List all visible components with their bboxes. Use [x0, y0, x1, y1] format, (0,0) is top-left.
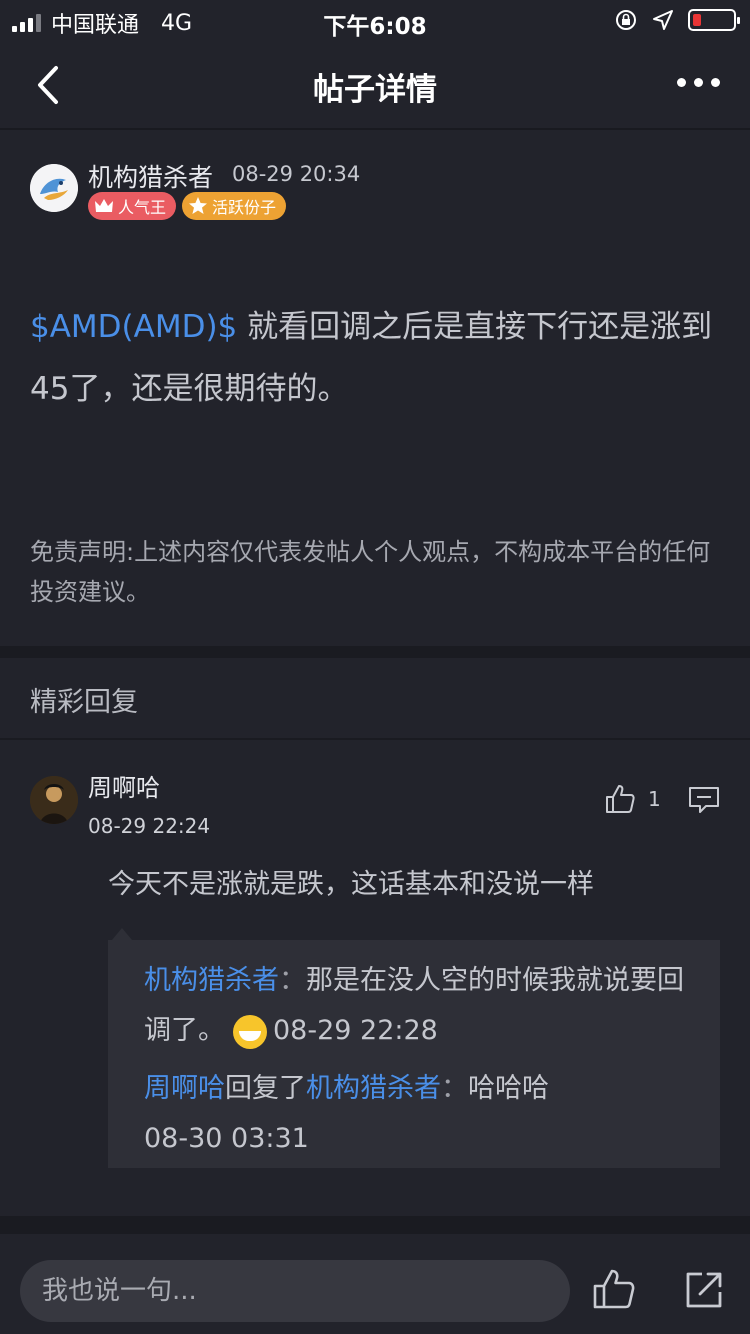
- section-divider: [0, 646, 750, 658]
- battery-level: [693, 14, 701, 26]
- badge-active-label: 活跃份子: [212, 198, 277, 217]
- sub-reply-2-action: 回复了: [225, 1073, 306, 1104]
- status-bar: 中国联通 4G 下午6:08: [0, 0, 750, 42]
- sub-reply-2-time: 08-30 03:31: [144, 1123, 309, 1154]
- like-count: 1: [648, 787, 661, 811]
- page-title: 帖子详情: [313, 72, 437, 108]
- bottom-divider: [0, 1216, 750, 1232]
- person-avatar-icon: [30, 776, 78, 824]
- replies-section-title: 精彩回复: [30, 687, 138, 718]
- reply-author-name[interactable]: 周啊哈: [88, 768, 160, 803]
- dragon-avatar-icon: [30, 164, 78, 212]
- author-avatar[interactable]: [30, 164, 78, 212]
- post-like-button[interactable]: [592, 1268, 636, 1314]
- sub-reply-2: 周啊哈回复了机构猎杀者：哈哈哈 08-30 03:31: [144, 1064, 704, 1164]
- status-right: [614, 8, 740, 32]
- reply-time: 08-29 22:24: [88, 814, 211, 838]
- share-button[interactable]: [684, 1270, 724, 1314]
- disclaimer: 免责声明:上述内容仅代表发帖人个人观点，不构成本平台的任何投资建议。: [30, 538, 711, 606]
- sub-reply-1: 机构猎杀者：那是在没人空的时候我就说要回调了。 08-29 22:28: [144, 956, 704, 1056]
- badge-popular-label: 人气王: [118, 198, 167, 217]
- sub-reply-1-separator: ：: [279, 965, 306, 996]
- nav-bar: 帖子详情: [0, 42, 750, 130]
- sub-reply-2-author[interactable]: 周啊哈: [144, 1073, 225, 1104]
- badge-popular: 人气王: [88, 192, 177, 220]
- badge-active: 活跃份子: [182, 192, 287, 220]
- reply-like-button[interactable]: 1: [604, 784, 661, 814]
- rotation-lock-icon: [616, 10, 636, 30]
- thumbs-up-icon: [593, 1269, 635, 1309]
- reply-text: 今天不是涨就是跌，这话基本和没说一样: [108, 869, 594, 900]
- post: 机构猎杀者 08-29 20:34 人气王 活跃份子 $AMD(AMD)$ 就看…: [0, 130, 750, 646]
- sub-reply-1-time: 08-29 22:28: [273, 1015, 438, 1046]
- more-options-icon[interactable]: [677, 78, 720, 87]
- crown-icon: [95, 199, 113, 212]
- reply-item: 周啊哈 08-29 22:24 1 今天不是涨就是跌，这话基本和没说一样 机构猎…: [0, 740, 750, 1216]
- thumbs-up-icon: [606, 785, 635, 813]
- comment-input[interactable]: [20, 1260, 570, 1322]
- location-icon: [653, 10, 673, 30]
- bottom-bar: [0, 1232, 750, 1334]
- battery-icon: [688, 9, 740, 31]
- author-badges: 人气王 活跃份子: [88, 192, 287, 220]
- sub-replies-box: 机构猎杀者：那是在没人空的时候我就说要回调了。 08-29 22:28 周啊哈回复…: [108, 928, 720, 1168]
- reply-comment-button[interactable]: [688, 786, 720, 818]
- sub-reply-2-target[interactable]: 机构猎杀者: [306, 1073, 441, 1104]
- comment-icon: [689, 787, 719, 813]
- sub-reply-1-author[interactable]: 机构猎杀者: [144, 965, 279, 996]
- reply-author-avatar[interactable]: [30, 776, 78, 824]
- author-name[interactable]: 机构猎杀者: [88, 158, 213, 194]
- grinning-emoji-icon: [233, 1014, 267, 1049]
- star-icon: [189, 197, 208, 214]
- stock-tag-link[interactable]: $AMD(AMD)$: [30, 309, 237, 345]
- post-time: 08-29 20:34: [232, 162, 361, 186]
- sub-reply-2-separator: ：: [441, 1073, 468, 1104]
- sub-reply-2-text: 哈哈哈: [468, 1073, 549, 1104]
- post-body: $AMD(AMD)$ 就看回调之后是直接下行还是涨到45了，还是很期待的。: [30, 296, 730, 420]
- share-icon: [686, 1272, 722, 1308]
